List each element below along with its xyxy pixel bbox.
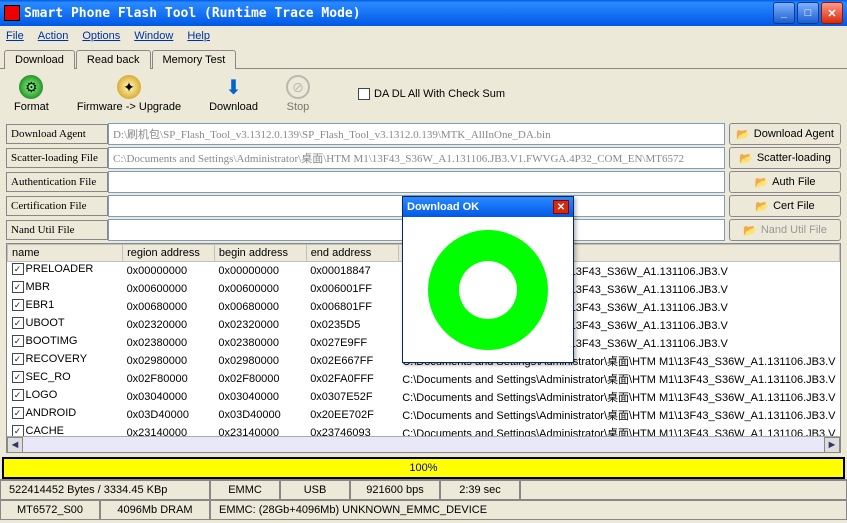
tab-readback[interactable]: Read back (76, 50, 151, 69)
row-checkbox[interactable]: ✓ (12, 281, 24, 293)
upgrade-button[interactable]: ✦ Firmware -> Upgrade (77, 75, 181, 113)
row-checkbox[interactable]: ✓ (12, 371, 24, 383)
folder-icon: 📂 (739, 152, 753, 165)
stop-icon: ⊘ (286, 75, 310, 99)
col-region[interactable]: region address (123, 245, 215, 262)
col-name[interactable]: name (8, 245, 123, 262)
tab-memtest[interactable]: Memory Test (152, 50, 237, 69)
stop-button[interactable]: ⊘ Stop (286, 75, 310, 113)
minimize-button[interactable]: _ (773, 2, 795, 24)
scroll-right-icon[interactable]: ► (824, 437, 840, 453)
menu-help[interactable]: Help (187, 30, 210, 42)
nand-button[interactable]: 📂Nand Util File (729, 219, 841, 241)
folder-icon: 📂 (743, 224, 757, 237)
progress-bar: 100% (2, 457, 845, 479)
menu-action[interactable]: Action (38, 30, 69, 42)
auth-button[interactable]: 📂Auth File (729, 171, 841, 193)
dialog-body (403, 217, 573, 362)
upgrade-icon: ✦ (117, 75, 141, 99)
tab-download[interactable]: Download (4, 50, 75, 69)
status-emmc: EMMC (210, 480, 280, 500)
auth-label: Authentication File (6, 172, 108, 192)
dialog-close-button[interactable]: ✕ (553, 200, 569, 214)
da-input[interactable]: D:\刷机包\SP_Flash_Tool_v3.1312.0.139\SP_Fl… (108, 123, 725, 145)
row-checkbox[interactable]: ✓ (12, 389, 24, 401)
da-label: Download Agent (6, 124, 108, 144)
progress-text: 100% (409, 462, 437, 474)
status-emmc2: EMMC: (28Gb+4096Mb) UNKNOWN_EMMC_DEVICE (210, 500, 847, 520)
window-title: Smart Phone Flash Tool (Runtime Trace Mo… (24, 6, 773, 21)
tab-strip: Download Read back Memory Test (0, 46, 847, 69)
row-checkbox[interactable]: ✓ (12, 299, 24, 311)
row-checkbox[interactable]: ✓ (12, 263, 24, 275)
menu-file[interactable]: File (6, 30, 24, 42)
nand-label: Nand Util File (6, 220, 108, 240)
scroll-left-icon[interactable]: ◄ (7, 437, 23, 453)
statusbar-2: MT6572_S00 4096Mb DRAM EMMC: (28Gb+4096M… (0, 500, 847, 520)
download-ok-dialog: Download OK ✕ (402, 196, 574, 363)
scatter-label: Scatter-loading File (6, 148, 108, 168)
titlebar: Smart Phone Flash Tool (Runtime Trace Mo… (0, 0, 847, 26)
format-button[interactable]: ⚙ Format (14, 75, 49, 113)
status-time: 2:39 sec (440, 480, 520, 500)
horizontal-scrollbar[interactable]: ◄ ► (7, 436, 840, 452)
close-button[interactable]: ✕ (821, 2, 843, 24)
scatter-button[interactable]: 📂Scatter-loading (729, 147, 841, 169)
row-checkbox[interactable]: ✓ (12, 317, 24, 329)
folder-icon: 📂 (755, 200, 769, 213)
auth-input[interactable] (108, 171, 725, 193)
success-ring-icon (428, 230, 548, 350)
scroll-track[interactable] (23, 437, 824, 453)
row-checkbox[interactable]: ✓ (12, 335, 24, 347)
table-row[interactable]: ✓ SEC_RO0x02F800000x02F800000x02FA0FFFC:… (8, 370, 840, 388)
checksum-checkbox[interactable]: DA DL All With Check Sum (358, 88, 505, 100)
dialog-title: Download OK (407, 201, 479, 213)
checkbox-icon (358, 88, 370, 100)
status-chip: MT6572_S00 (0, 500, 100, 520)
menu-window[interactable]: Window (134, 30, 173, 42)
download-icon: ⬇ (222, 75, 246, 99)
table-row[interactable]: ✓ ANDROID0x03D400000x03D400000x20EE702FC… (8, 406, 840, 424)
col-end[interactable]: end address (306, 245, 398, 262)
app-icon (4, 5, 20, 21)
format-icon: ⚙ (19, 75, 43, 99)
download-button[interactable]: ⬇ Download (209, 75, 258, 113)
status-dram: 4096Mb DRAM (100, 500, 210, 520)
folder-icon: 📂 (754, 176, 768, 189)
row-checkbox[interactable]: ✓ (12, 353, 24, 365)
status-usb: USB (280, 480, 350, 500)
cert-label: Certification File (6, 196, 108, 216)
status-bytes: 522414452 Bytes / 3334.45 KBp (0, 480, 210, 500)
toolbar: ⚙ Format ✦ Firmware -> Upgrade ⬇ Downloa… (0, 68, 847, 123)
status-bps: 921600 bps (350, 480, 440, 500)
cert-button[interactable]: 📂Cert File (729, 195, 841, 217)
dialog-titlebar[interactable]: Download OK ✕ (403, 197, 573, 217)
menu-options[interactable]: Options (82, 30, 120, 42)
scatter-input[interactable]: C:\Documents and Settings\Administrator\… (108, 147, 725, 169)
folder-icon: 📂 (736, 128, 750, 141)
maximize-button[interactable]: □ (797, 2, 819, 24)
col-begin[interactable]: begin address (214, 245, 306, 262)
menubar: File Action Options Window Help (0, 26, 847, 46)
table-row[interactable]: ✓ LOGO0x030400000x030400000x0307E52FC:\D… (8, 388, 840, 406)
da-button[interactable]: 📂Download Agent (729, 123, 841, 145)
row-checkbox[interactable]: ✓ (12, 407, 24, 419)
statusbar-1: 522414452 Bytes / 3334.45 KBp EMMC USB 9… (0, 479, 847, 500)
